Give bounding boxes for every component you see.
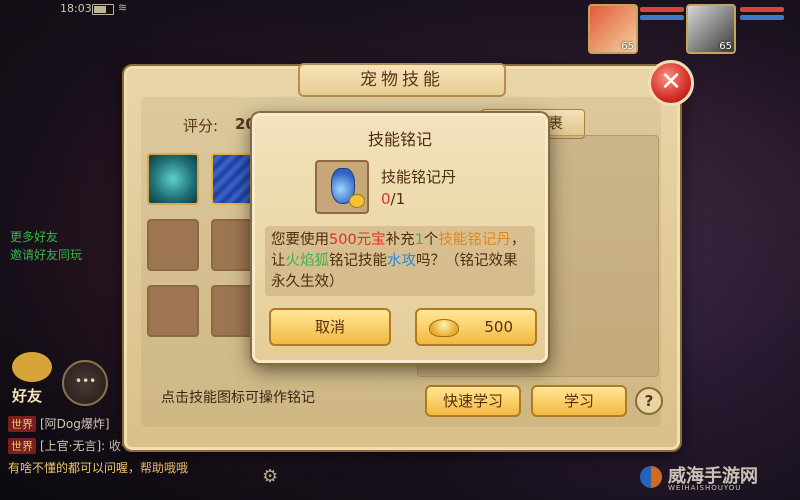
- msg-item: 技能铭记丹: [438, 232, 511, 248]
- skill-slot-empty[interactable]: [147, 219, 199, 271]
- gold-coin-icon: [349, 194, 365, 208]
- item-name: 技能铭记丹: [381, 168, 457, 186]
- msg-skill: 水攻: [387, 253, 416, 269]
- chat-line: 世界 [阿Dog爆炸]: [8, 415, 110, 432]
- watermark-sub: WEIHAISHOUYOU: [668, 484, 742, 492]
- dialog-title: 技能铭记: [367, 130, 432, 149]
- imprint-pill-icon: [315, 160, 369, 214]
- player-hp-mp-bars: [740, 7, 784, 35]
- emoji-face-icon[interactable]: [12, 352, 52, 382]
- chat-bubble-button[interactable]: [62, 360, 108, 406]
- pet-avatar-fox[interactable]: 65: [588, 4, 638, 54]
- item-count: 0/1: [381, 190, 405, 208]
- clock-time: 18:03: [60, 2, 92, 15]
- player-avatar-dog[interactable]: 65: [686, 4, 736, 54]
- chat-text: [阿Dog爆炸]: [40, 417, 110, 431]
- msg-pet: 火焰狐: [285, 253, 330, 269]
- mp-bar: [640, 15, 684, 20]
- skill-slot-empty[interactable]: [147, 285, 199, 337]
- skill-slot-ghost[interactable]: [147, 153, 199, 205]
- msg-text: 您要使用: [271, 232, 329, 248]
- chat-text: 有啥不懂的都可以问喔，帮助哦哦: [8, 461, 189, 475]
- site-watermark: 威海手游网 WEIHAISHOUYOU: [640, 462, 758, 492]
- pet-level: 65: [621, 41, 634, 52]
- battery-icon: [92, 4, 114, 15]
- confirm-message: 您要使用500元宝补充1个技能铭记丹，让火焰狐铭记技能水攻吗？（铭记效果永久生效…: [265, 226, 535, 296]
- close-button[interactable]: ✕: [648, 60, 694, 106]
- gear-icon[interactable]: ⚙: [262, 466, 278, 487]
- player-level: 65: [719, 41, 732, 52]
- side-text-invite[interactable]: 邀请好友同玩: [10, 246, 82, 263]
- msg-qty: 1: [414, 232, 424, 248]
- panel-title: 宠物技能: [298, 63, 506, 97]
- chat-line: 有啥不懂的都可以问喔，帮助哦哦: [8, 459, 188, 476]
- chat-channel-tag: 世界: [8, 438, 36, 454]
- msg-text: 补充: [385, 232, 415, 248]
- side-text-friends[interactable]: 更多好友: [10, 228, 58, 245]
- item-need: /1: [390, 190, 406, 208]
- msg-text: 铭记技能: [329, 253, 387, 269]
- friends-label[interactable]: 好友: [12, 385, 42, 406]
- chat-channel-tag: 世界: [8, 416, 36, 432]
- mp-bar: [740, 15, 784, 20]
- quick-learn-button[interactable]: 快速学习: [425, 385, 521, 417]
- item-have: 0: [381, 190, 391, 208]
- hint-text: 点击技能图标可操作铭记: [161, 390, 315, 406]
- msg-text: 个: [423, 232, 439, 248]
- learn-button[interactable]: 学习: [531, 385, 627, 417]
- msg-cost: 500元宝: [329, 232, 386, 248]
- help-button[interactable]: ?: [635, 387, 663, 415]
- skill-imprint-dialog: 技能铭记 技能铭记丹 0/1 您要使用500元宝补充1个技能铭记丹，让火焰狐铭记…: [252, 113, 548, 363]
- pet-hp-mp-bars: [640, 7, 684, 35]
- ingot-icon: [429, 319, 459, 337]
- pay-amount: 500: [484, 318, 513, 336]
- cancel-button[interactable]: 取消: [269, 308, 391, 346]
- hp-bar: [640, 7, 684, 12]
- pay-ingot-button[interactable]: 500: [415, 308, 537, 346]
- wifi-icon: ≋: [118, 1, 128, 14]
- watermark-logo-icon: [640, 466, 662, 488]
- hp-bar: [740, 7, 784, 12]
- score-label: 评分:: [183, 117, 219, 135]
